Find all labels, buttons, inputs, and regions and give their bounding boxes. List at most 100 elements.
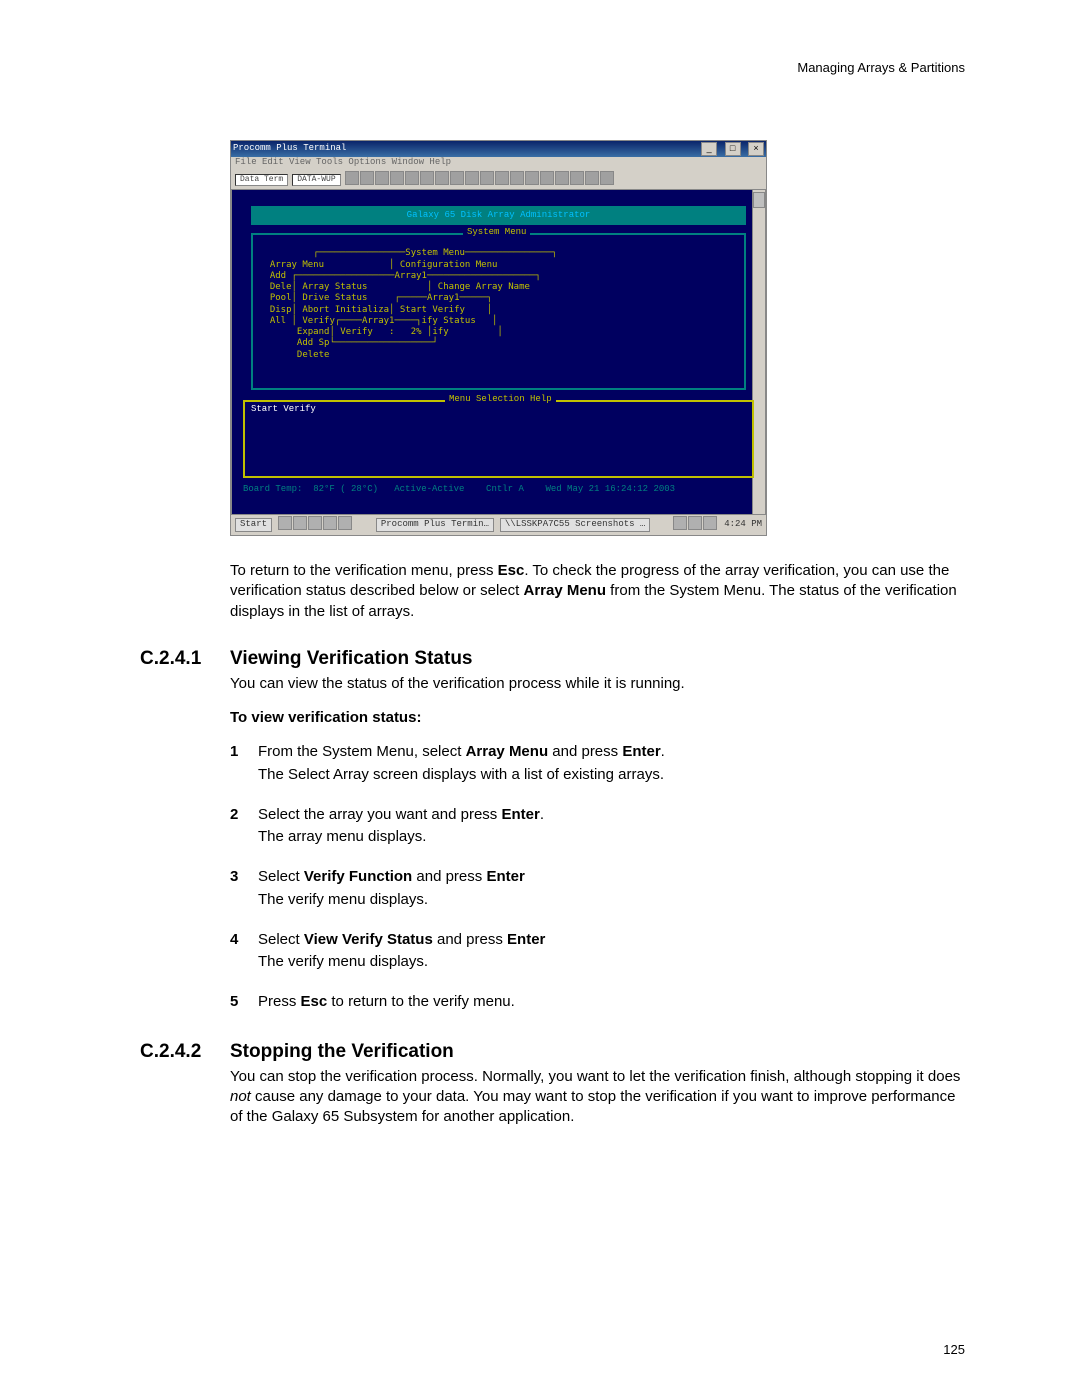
text: Press bbox=[258, 993, 301, 1010]
tray-icon[interactable] bbox=[703, 516, 717, 530]
step-number: 3 bbox=[230, 867, 258, 912]
window-title: Procomm Plus Terminal bbox=[233, 143, 346, 154]
toolbar-icon[interactable] bbox=[435, 171, 449, 185]
toolbar-icon[interactable] bbox=[570, 171, 584, 185]
menu-name: Verify Function bbox=[304, 868, 412, 885]
text: . bbox=[661, 743, 665, 760]
text: From the System Menu, select bbox=[258, 743, 466, 760]
quicklaunch-icon[interactable] bbox=[278, 516, 292, 530]
toolbar-icon[interactable] bbox=[375, 171, 389, 185]
menu-name: Array Menu bbox=[466, 743, 549, 760]
tray-icon[interactable] bbox=[673, 516, 687, 530]
maximize-icon[interactable]: □ bbox=[725, 142, 741, 156]
emphasis: not bbox=[230, 1088, 251, 1105]
step-number: 5 bbox=[230, 992, 258, 1014]
toolbar-icon[interactable] bbox=[495, 171, 509, 185]
scrollbar-thumb[interactable] bbox=[753, 192, 765, 208]
intro-paragraph: To return to the verification menu, pres… bbox=[230, 561, 965, 622]
quicklaunch-icons[interactable] bbox=[278, 516, 353, 534]
procedure-heading: To view verification status: bbox=[230, 708, 965, 728]
step-number: 4 bbox=[230, 930, 258, 975]
text: and press bbox=[548, 743, 622, 760]
window-buttons: _ □ × bbox=[699, 142, 764, 156]
key-enter: Enter bbox=[507, 931, 545, 948]
step-3: 3 Select Verify Function and press Enter… bbox=[230, 867, 965, 912]
step-5: 5 Press Esc to return to the verify menu… bbox=[230, 992, 965, 1014]
toolbar-icons[interactable] bbox=[345, 171, 615, 189]
key-enter: Enter bbox=[486, 868, 524, 885]
toolbar-icon[interactable] bbox=[600, 171, 614, 185]
text: You can stop the verification process. N… bbox=[230, 1068, 960, 1085]
toolbar-icon[interactable] bbox=[585, 171, 599, 185]
key-esc: Esc bbox=[301, 993, 328, 1010]
menu-bar[interactable]: File Edit View Tools Options Window Help bbox=[231, 157, 766, 171]
toolbar-icon[interactable] bbox=[555, 171, 569, 185]
taskbar-clock: 4:24 PM bbox=[724, 519, 762, 530]
taskbar[interactable]: Start Procomm Plus Termin… \\LSSKPA7C55 … bbox=[231, 515, 766, 535]
tray-icon[interactable] bbox=[688, 516, 702, 530]
quicklaunch-icon[interactable] bbox=[323, 516, 337, 530]
text: The verify menu displays. bbox=[258, 952, 545, 972]
text: The array menu displays. bbox=[258, 827, 544, 847]
tray-icons[interactable] bbox=[673, 516, 718, 534]
toolbar-icon[interactable] bbox=[420, 171, 434, 185]
terminal-area: Galaxy 65 Disk Array Administrator Syste… bbox=[231, 189, 766, 515]
key-enter: Enter bbox=[501, 806, 539, 823]
task-button-2[interactable]: \\LSSKPA7C55 Screenshots … bbox=[500, 518, 650, 531]
menu-name: Array Menu bbox=[523, 582, 606, 599]
step-4: 4 Select View Verify Status and press En… bbox=[230, 930, 965, 975]
start-button[interactable]: Start bbox=[235, 518, 272, 531]
app-banner: Galaxy 65 Disk Array Administrator bbox=[251, 206, 746, 225]
close-icon[interactable]: × bbox=[748, 142, 764, 156]
quicklaunch-icon[interactable] bbox=[293, 516, 307, 530]
toolbar-icon[interactable] bbox=[540, 171, 554, 185]
page-number: 125 bbox=[943, 1342, 965, 1357]
help-line: Start Verify bbox=[251, 404, 316, 414]
status-line: Board Temp: 82°F ( 28°C) Active-Active C… bbox=[243, 484, 754, 495]
key-esc: Esc bbox=[498, 562, 525, 579]
key-enter: Enter bbox=[622, 743, 660, 760]
text: cause any damage to your data. You may w… bbox=[230, 1088, 955, 1125]
section-paragraph: You can stop the verification process. N… bbox=[230, 1067, 965, 1128]
text: to return to the verify menu. bbox=[327, 993, 515, 1010]
section-title: Viewing Verification Status bbox=[230, 648, 473, 670]
toolbar-combo[interactable]: DATA-WUP bbox=[292, 174, 340, 186]
toolbar-icon[interactable] bbox=[525, 171, 539, 185]
text: Select bbox=[258, 931, 304, 948]
toolbar-icon[interactable] bbox=[405, 171, 419, 185]
toolbar-icon[interactable] bbox=[480, 171, 494, 185]
text: The verify menu displays. bbox=[258, 890, 525, 910]
step-2: 2 Select the array you want and press En… bbox=[230, 805, 965, 850]
menu-text[interactable]: ┌────────────────System Menu────────────… bbox=[259, 248, 738, 361]
text: Select the array you want and press bbox=[258, 806, 501, 823]
toolbar[interactable]: Data Term DATA-WUP bbox=[231, 171, 766, 189]
toolbar-icon[interactable] bbox=[345, 171, 359, 185]
step-number: 2 bbox=[230, 805, 258, 850]
toolbar-icon[interactable] bbox=[360, 171, 374, 185]
minimize-icon[interactable]: _ bbox=[701, 142, 717, 156]
menu-name: View Verify Status bbox=[304, 931, 433, 948]
quicklaunch-icon[interactable] bbox=[308, 516, 322, 530]
system-menu-label: System Menu bbox=[463, 227, 530, 238]
section-number: C.2.4.2 bbox=[140, 1041, 230, 1063]
window-titlebar: Procomm Plus Terminal _ □ × bbox=[231, 141, 766, 157]
step-1: 1 From the System Menu, select Array Men… bbox=[230, 742, 965, 787]
help-panel: Menu Selection Help Start Verify bbox=[243, 400, 754, 478]
toolbar-icon[interactable] bbox=[450, 171, 464, 185]
menu-panels: System Menu ┌────────────────System Menu… bbox=[251, 233, 746, 390]
task-button-1[interactable]: Procomm Plus Termin… bbox=[376, 518, 494, 531]
screenshot: Procomm Plus Terminal _ □ × File Edit Vi… bbox=[230, 140, 765, 536]
text: and press bbox=[433, 931, 507, 948]
toolbar-field-1[interactable]: Data Term bbox=[235, 174, 288, 186]
toolbar-icon[interactable] bbox=[390, 171, 404, 185]
section-number: C.2.4.1 bbox=[140, 648, 230, 670]
text: The Select Array screen displays with a … bbox=[258, 765, 665, 785]
toolbar-icon[interactable] bbox=[510, 171, 524, 185]
text: Select bbox=[258, 868, 304, 885]
quicklaunch-icon[interactable] bbox=[338, 516, 352, 530]
toolbar-icon[interactable] bbox=[465, 171, 479, 185]
text: To return to the verification menu, pres… bbox=[230, 562, 498, 579]
text: . bbox=[540, 806, 544, 823]
text: and press bbox=[412, 868, 486, 885]
step-number: 1 bbox=[230, 742, 258, 787]
